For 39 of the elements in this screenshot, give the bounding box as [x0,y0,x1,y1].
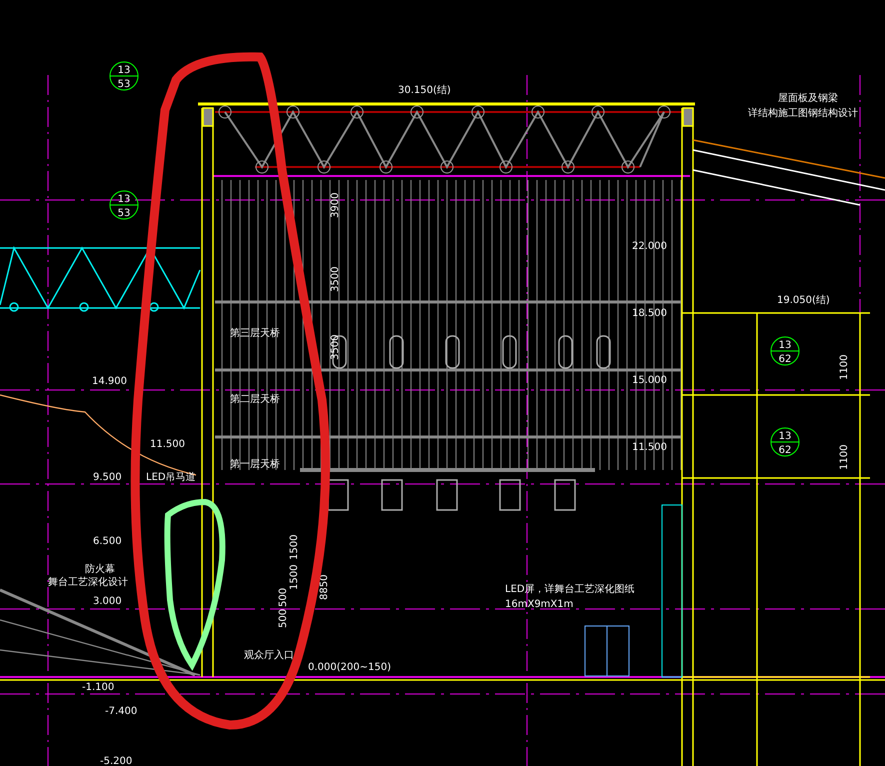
elevation-label: 22.000 [632,241,667,252]
elevation-label: 14.900 [92,376,127,387]
elevation-label: 18.500 [632,308,667,319]
elevation-label: 19.050(结) [777,295,830,306]
annotation-label: 舞台工艺深化设计 [48,577,128,588]
detail-bubble: 13 53 [110,62,138,90]
dimension-label: 8850 [319,574,330,600]
dimension-label: 3500 [330,266,341,292]
dimension-label: 1100 [839,444,850,470]
detail-bubble: 13 62 [770,336,800,366]
annotation-label: 第三层天桥 [230,328,280,339]
elevation-label: 30.150(结) [398,85,451,96]
elevation-label: -1.100 [82,682,114,693]
detail-bubble: 13 53 [110,190,138,220]
annotation-label: 第一层天桥 [230,459,280,470]
annotation-label: 屋面板及钢梁 [778,93,838,104]
annotation-label: 观众厅入口 [244,650,294,661]
annotation-label: 详结构施工图钢结构设计 [748,108,858,119]
elevation-label: 6.500 [93,536,122,547]
dimension-label: 500 [278,588,289,607]
elevation-label: 3.000 [93,596,122,607]
dimension-label: 3500 [330,334,341,360]
dimension-label: 1100 [839,354,850,380]
annotation-label: 第二层天桥 [230,394,280,405]
elevation-label: 11.500 [150,439,185,450]
elevation-label: -5.200 [100,756,132,766]
door-drawing [584,626,630,676]
elevation-label: -7.400 [105,706,138,717]
elevation-label: 15.000 [632,375,667,386]
dimension-label: 1500 [289,534,300,560]
elevation-label: 11.500 [632,442,667,453]
detail-bubble: 13 62 [770,428,800,456]
annotation-label: 防火幕 [85,564,115,575]
elevation-label: 0.000(200~150) [308,662,391,673]
dimension-label: 1500 [289,564,300,590]
elevation-label: 9.500 [93,472,122,483]
annotation-label: LED吊马道 [146,472,196,483]
dimension-label: 500 [278,608,289,628]
dimension-label: 3900 [330,192,341,218]
